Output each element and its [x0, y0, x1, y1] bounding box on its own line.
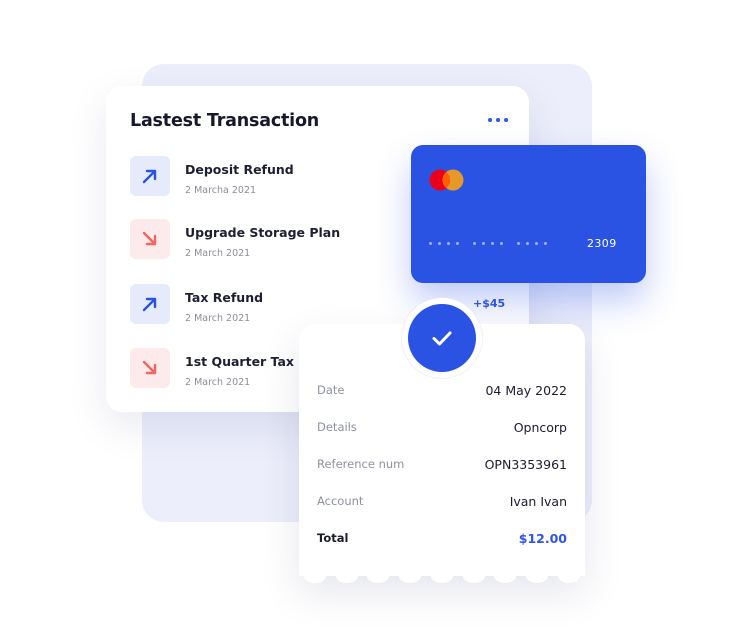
arrow-up-right-icon — [130, 156, 170, 196]
transaction-date: 2 March 2021 — [185, 377, 251, 388]
receipt-value: OPN3353961 — [484, 457, 567, 472]
receipt-row-details: Details Opncorp — [317, 420, 567, 438]
arrow-up-right-icon — [130, 284, 170, 324]
receipt-label: Account — [317, 494, 364, 508]
receipt-total-value: $12.00 — [518, 531, 567, 546]
receipt-total-label: Total — [317, 531, 349, 545]
transaction-date: 2 March 2021 — [185, 248, 251, 259]
receipt-row-date: Date 04 May 2022 — [317, 383, 567, 401]
receipt-row-account: Account Ivan Ivan — [317, 494, 567, 512]
receipt-scalloped-edge — [299, 569, 585, 583]
card-last-four: 2309 — [587, 237, 617, 250]
receipt-label: Date — [317, 383, 345, 397]
more-options-icon[interactable] — [488, 113, 508, 127]
transaction-name: Tax Refund — [185, 290, 264, 305]
receipt-value: Opncorp — [513, 420, 567, 435]
receipt-label: Reference num — [317, 457, 405, 471]
arrow-down-right-icon — [130, 348, 170, 388]
check-icon — [408, 304, 476, 372]
transaction-date: 2 Marcha 2021 — [185, 185, 257, 196]
arrow-down-right-icon — [130, 219, 170, 259]
transaction-date: 2 March 2021 — [185, 313, 251, 324]
receipt-label: Details — [317, 420, 357, 434]
mastercard-logo-icon — [429, 169, 464, 191]
transaction-amount: +$45 — [473, 297, 506, 310]
transactions-title: Lastest Transaction — [130, 111, 320, 131]
receipt-row-total: Total $12.00 — [317, 531, 567, 549]
transaction-name: Upgrade Storage Plan — [185, 225, 341, 240]
receipt-value: 04 May 2022 — [485, 383, 567, 398]
receipt-value: Ivan Ivan — [509, 494, 567, 509]
transaction-name: 1st Quarter Tax — [185, 354, 294, 369]
receipt-row-reference: Reference num OPN3353961 — [317, 457, 567, 475]
transaction-name: Deposit Refund — [185, 162, 294, 177]
credit-card[interactable]: 2309 — [411, 145, 646, 283]
masked-card-number — [429, 242, 547, 245]
